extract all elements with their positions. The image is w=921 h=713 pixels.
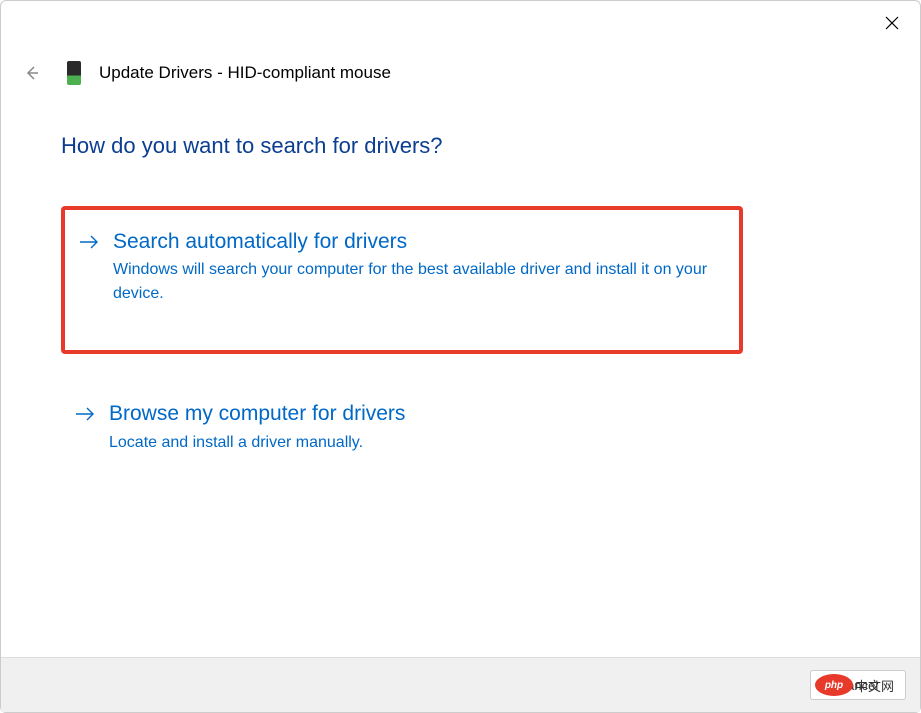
back-arrow-icon xyxy=(22,64,40,82)
arrow-right-icon xyxy=(79,234,99,255)
device-icon xyxy=(67,61,81,85)
cancel-label: Cancel xyxy=(838,678,878,693)
option-search-automatically[interactable]: Search automatically for drivers Windows… xyxy=(61,206,743,354)
close-button[interactable] xyxy=(882,13,902,33)
option-description: Locate and install a driver manually. xyxy=(109,431,723,455)
option-browse-manually[interactable]: Browse my computer for drivers Locate an… xyxy=(61,382,743,474)
options-list: Search automatically for drivers Windows… xyxy=(61,206,743,475)
page-question: How do you want to search for drivers? xyxy=(61,133,443,159)
option-title: Browse my computer for drivers xyxy=(109,400,723,427)
arrow-right-icon xyxy=(75,406,95,427)
close-icon xyxy=(885,16,899,30)
cancel-button[interactable]: Cancel xyxy=(810,670,906,700)
option-title: Search automatically for drivers xyxy=(113,228,719,255)
dialog-title: Update Drivers - HID-compliant mouse xyxy=(99,63,391,83)
option-description: Windows will search your computer for th… xyxy=(113,258,719,306)
dialog-header: Update Drivers - HID-compliant mouse xyxy=(19,61,391,85)
dialog-footer: Cancel xyxy=(1,657,920,712)
back-button[interactable] xyxy=(19,61,43,85)
option-content: Search automatically for drivers Windows… xyxy=(113,228,719,306)
option-content: Browse my computer for drivers Locate an… xyxy=(109,400,723,454)
